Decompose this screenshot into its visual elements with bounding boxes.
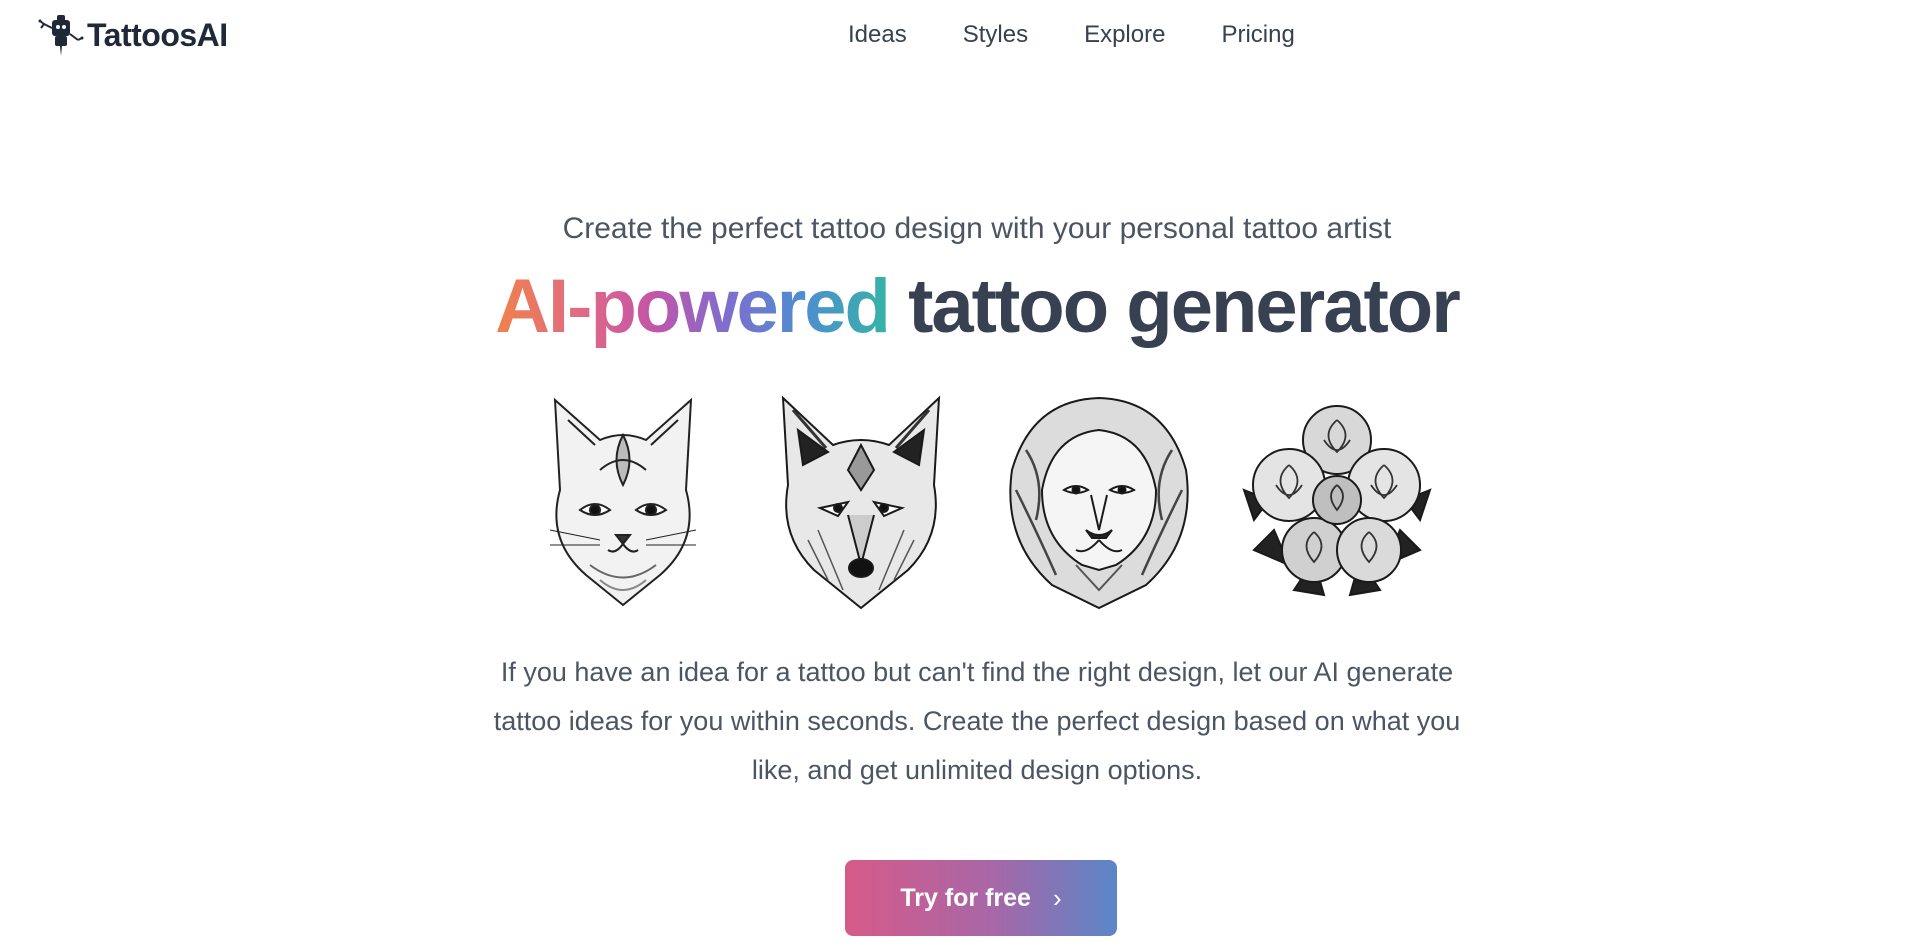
headline-text: tattoo generator: [908, 264, 1461, 349]
lion-tattoo-image: [996, 390, 1202, 610]
main-nav: Ideas Styles Explore Pricing: [848, 18, 1295, 52]
hero-description: If you have an idea for a tattoo but can…: [493, 657, 1461, 785]
nav-item-styles[interactable]: Styles: [963, 18, 1028, 52]
nav-item-ideas[interactable]: Ideas: [848, 18, 907, 52]
nav-item-pricing[interactable]: Pricing: [1221, 18, 1294, 52]
wolf-tattoo-image: [758, 390, 964, 610]
cat-tattoo-image: [520, 390, 726, 610]
tattoo-gallery: [520, 390, 1440, 610]
nav-item-explore[interactable]: Explore: [1084, 18, 1165, 52]
roses-tattoo-image: [1234, 390, 1440, 610]
cta-label: Try for free: [900, 883, 1031, 912]
logo-link[interactable]: TattoosAI: [36, 10, 228, 60]
brand-name: TattoosAI: [87, 16, 228, 53]
headline-gradient-text: AI-powered: [495, 264, 891, 349]
hero-tagline: Create the perfect tattoo design with yo…: [562, 212, 1392, 245]
robot-logo-icon: [38, 15, 84, 56]
chevron-right-icon: ›: [1052, 882, 1062, 913]
site-header: TattoosAI Ideas Styles Explore Pricing: [0, 0, 1920, 70]
hero-headline: AI-powered tattoo generator: [0, 262, 1920, 352]
try-for-free-button[interactable]: Try for free ›: [845, 860, 1117, 936]
